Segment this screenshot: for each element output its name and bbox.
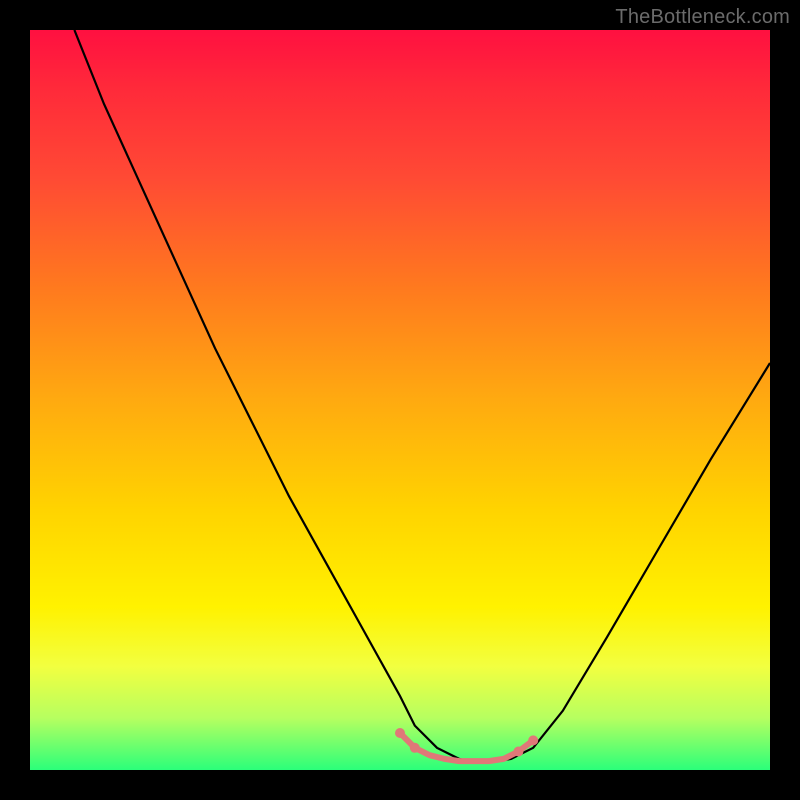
watermark-text: TheBottleneck.com	[615, 6, 790, 29]
pink-valley-line	[400, 733, 533, 761]
curve-layer	[30, 30, 770, 770]
black-curve-path	[74, 30, 770, 763]
chart-frame: TheBottleneck.com	[0, 0, 800, 800]
plot-area	[30, 30, 770, 770]
